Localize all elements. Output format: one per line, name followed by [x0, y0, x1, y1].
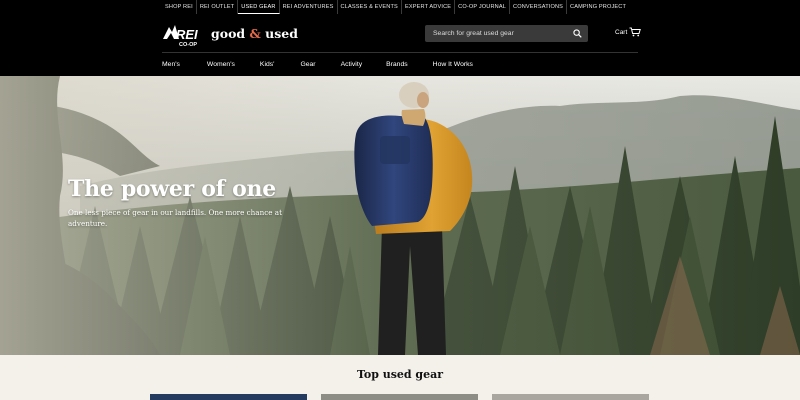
brand-ampersand: &	[249, 26, 261, 41]
product-card-row	[150, 394, 650, 400]
cart-label: Cart	[615, 28, 628, 36]
brand-word-used: used	[265, 26, 298, 41]
hero-banner: The power of one One less piece of gear …	[0, 76, 800, 355]
topnav-co-op-journal[interactable]: CO-OP JOURNAL	[455, 0, 511, 14]
cart-link[interactable]: Cart	[615, 27, 642, 37]
topnav-rei-outlet[interactable]: REI OUTLET	[197, 0, 239, 14]
rei-logo[interactable]: REI CO-OP	[162, 22, 200, 48]
rei-logo-text: REI	[176, 27, 198, 42]
rei-logo-subtext: CO-OP	[179, 42, 197, 48]
topnav-used-gear[interactable]: USED GEAR	[238, 0, 280, 14]
topnav-rei-adventures[interactable]: REI ADVENTURES	[280, 0, 338, 14]
search-icon[interactable]	[573, 29, 582, 38]
site-header: REI CO-OP good & used Cart Men's Women's…	[0, 14, 800, 76]
top-utility-nav: SHOP REI REI OUTLET USED GEAR REI ADVENT…	[0, 0, 800, 14]
section-title: Top used gear	[356, 368, 444, 381]
product-card-image[interactable]	[321, 394, 478, 400]
nav-brands[interactable]: Brands	[386, 61, 408, 68]
brand-word-good: good	[211, 26, 246, 41]
top-utility-nav-list: SHOP REI REI OUTLET USED GEAR REI ADVENT…	[162, 0, 629, 14]
topnav-shop-rei[interactable]: SHOP REI	[162, 0, 197, 14]
topnav-conversations[interactable]: CONVERSATIONS	[510, 0, 568, 14]
good-and-used-brand[interactable]: good & used	[211, 26, 298, 41]
topnav-expert-advice[interactable]: EXPERT ADVICE	[402, 0, 456, 14]
cart-icon	[629, 27, 642, 37]
nav-mens[interactable]: Men's	[162, 61, 180, 68]
product-card-image[interactable]	[150, 394, 307, 400]
topnav-camping-project[interactable]: CAMPING PROJECT	[567, 0, 629, 14]
nav-gear[interactable]: Gear	[300, 61, 315, 68]
search-bar	[425, 25, 588, 42]
topnav-classes-events[interactable]: CLASSES & EVENTS	[338, 0, 402, 14]
product-card-image[interactable]	[492, 394, 649, 400]
nav-activity[interactable]: Activity	[341, 61, 363, 68]
hero-subtitle: One less piece of gear in our landfills.…	[68, 208, 282, 228]
main-category-nav: Men's Women's Kids' Gear Activity Brands…	[162, 53, 473, 75]
nav-kids[interactable]: Kids'	[260, 61, 275, 68]
search-input[interactable]	[425, 25, 565, 42]
hero-title: The power of one	[68, 176, 276, 202]
nav-womens[interactable]: Women's	[207, 61, 235, 68]
top-used-gear-section: Top used gear	[0, 355, 800, 400]
nav-how-it-works[interactable]: How It Works	[433, 61, 473, 68]
